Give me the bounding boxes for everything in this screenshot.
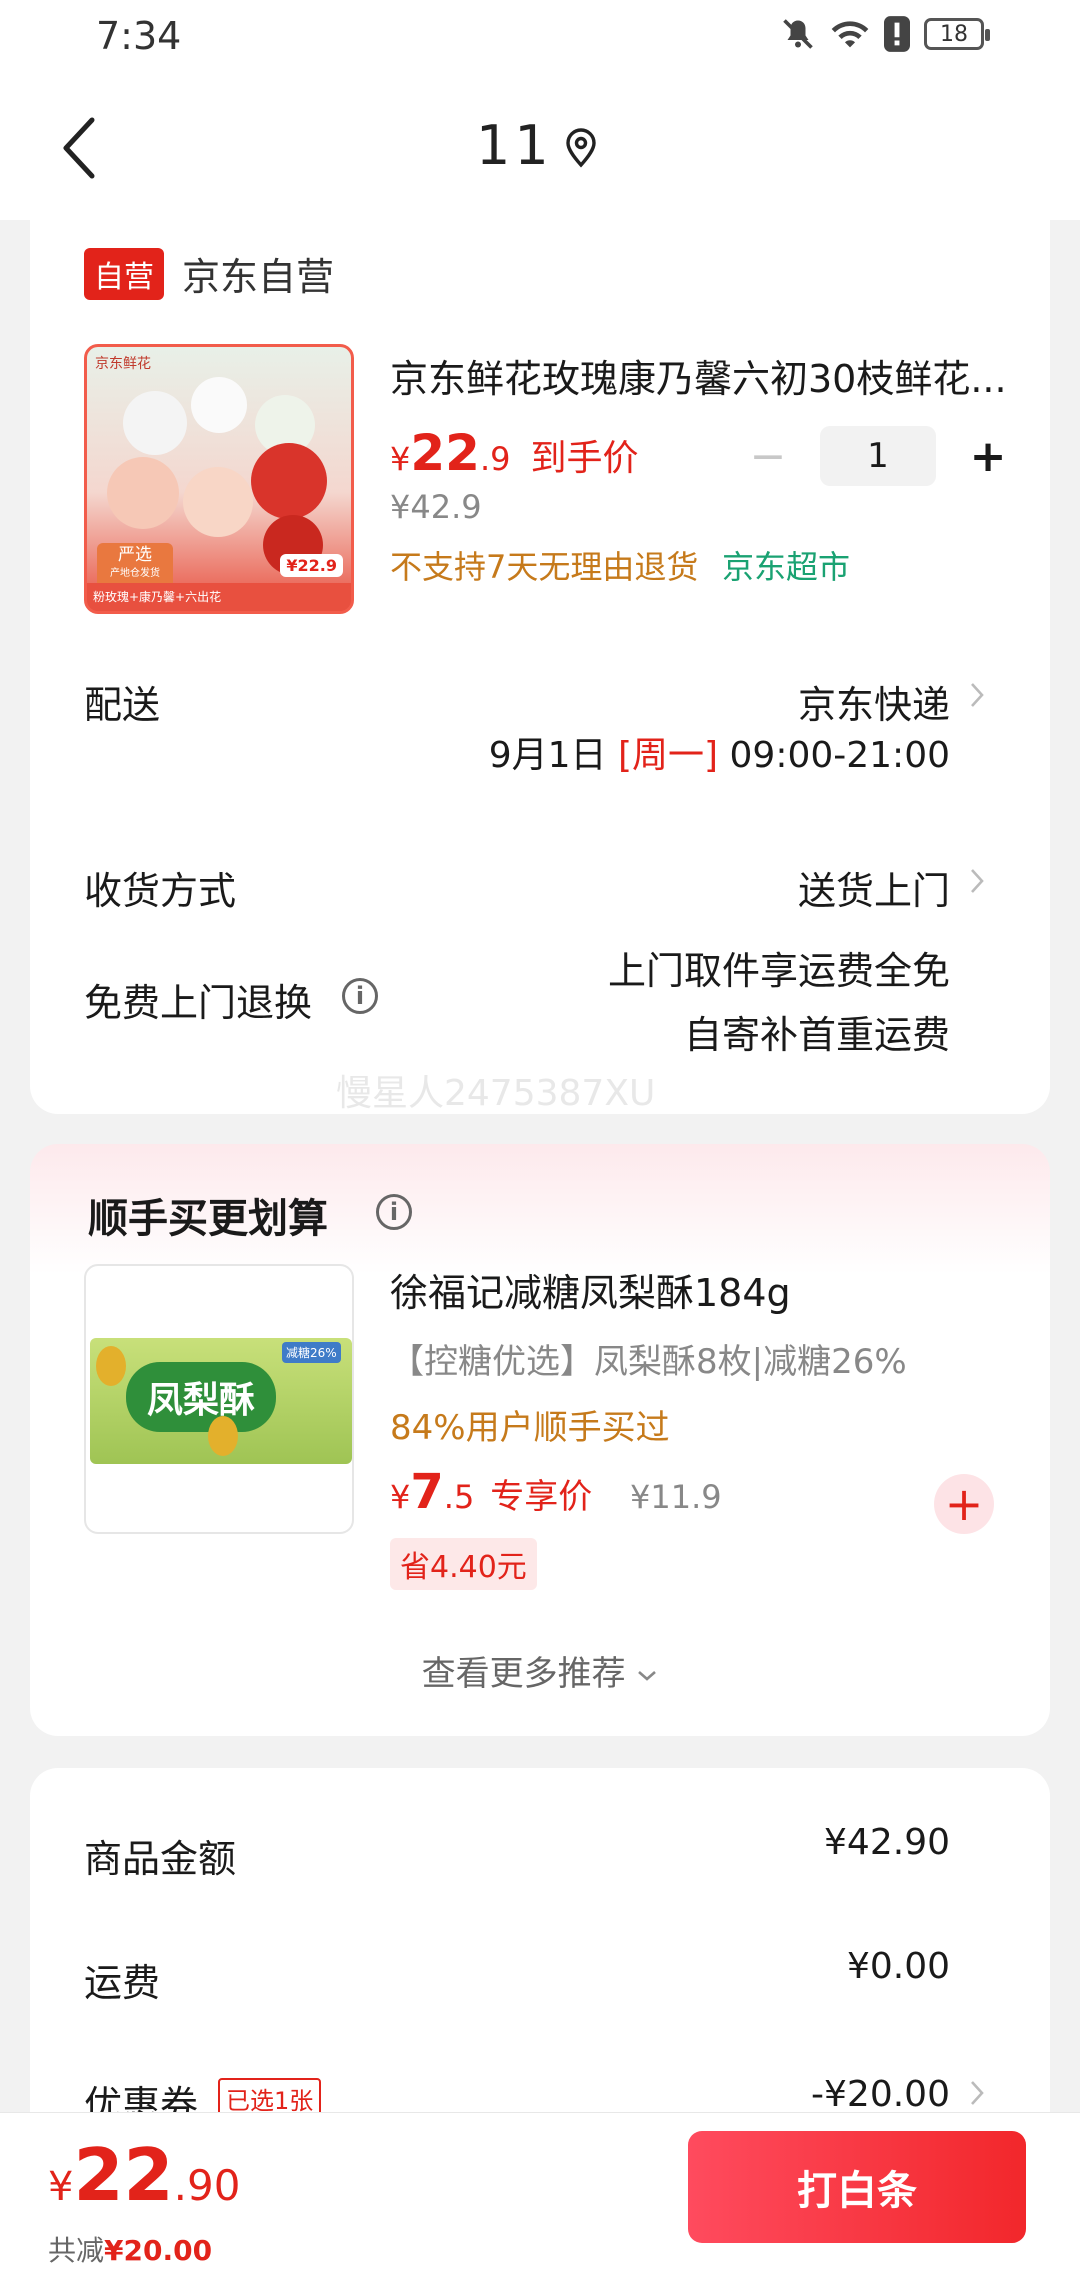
flower-shape: [191, 377, 247, 433]
recommendation-card: 顺手买更划算 i 凤梨酥 减糖26% 徐福记减糖凤梨酥184g 【控糖优选】凤梨…: [30, 1144, 1050, 1736]
recommend-purchase-stat: 84%用户顺手买过: [390, 1408, 670, 1448]
product-image-price: ¥22.9: [280, 554, 343, 577]
status-icons: 18: [780, 16, 990, 52]
delivery-carrier[interactable]: 京东快递: [798, 674, 950, 729]
watermark: 慢星人2475387XU: [336, 1073, 656, 1114]
status-time: 7:34: [96, 14, 182, 58]
info-icon[interactable]: i: [376, 1194, 412, 1230]
receive-method-value[interactable]: 送货上门: [798, 860, 950, 915]
increase-button[interactable]: +: [958, 426, 1018, 486]
return-policy-note: 不支持7天无理由退货: [390, 548, 699, 586]
flower-shape: [123, 391, 187, 455]
product-price: ¥22.9 到手价: [390, 424, 639, 482]
goods-amount-value: ¥42.90: [824, 1822, 950, 1863]
product-image[interactable]: 京东鲜花 严选 产地仓发货 粉玫瑰+康乃馨+六出花 ¥22.9: [84, 344, 354, 614]
chevron-right-icon[interactable]: [968, 2078, 986, 2108]
recommend-product-image[interactable]: 凤梨酥 减糖26%: [84, 1264, 354, 1534]
goods-amount-label: 商品金额: [84, 1837, 237, 1881]
order-card: 自营 京东自营 京东鲜花 严选 产地仓发货 粉玫瑰+康乃馨+六出花 ¥22.9 …: [30, 190, 1050, 1114]
return-service-line2: 自寄补首重运费: [683, 1013, 950, 1057]
info-icon[interactable]: i: [342, 978, 378, 1014]
pineapple-shape: [96, 1346, 126, 1386]
shipping-value: ¥0.00: [846, 1946, 950, 1987]
pay-baitiao-button[interactable]: 打白条: [688, 2131, 1026, 2243]
flower-shape: [107, 457, 179, 529]
flower-shape: [251, 443, 327, 519]
product-image-caption: 粉玫瑰+康乃馨+六出花: [87, 583, 351, 611]
recommend-product-name[interactable]: 徐福记减糖凤梨酥184g: [390, 1262, 791, 1317]
chevron-down-icon: [638, 1670, 657, 1681]
receive-method-label: 收货方式: [84, 869, 237, 913]
shop-header: 自营 京东自营: [84, 246, 334, 301]
product-title[interactable]: 京东鲜花玫瑰康乃馨六初30枝鲜花...: [390, 348, 1010, 403]
quantity-input[interactable]: 1: [820, 426, 936, 486]
savings-badge: 省4.40元: [390, 1538, 537, 1590]
coupon-value[interactable]: -¥20.00: [811, 2074, 950, 2115]
product-image-brand: 京东鲜花: [95, 356, 151, 372]
shipping-label: 运费: [84, 1961, 161, 2005]
wifi-icon: [831, 21, 869, 48]
location-pin-icon[interactable]: [564, 128, 598, 168]
chevron-right-icon[interactable]: [968, 680, 986, 710]
original-price: ¥42.9: [390, 488, 482, 526]
decrease-button[interactable]: −: [738, 426, 798, 486]
total-discount: 共减¥20.00: [48, 2234, 213, 2267]
flower-shape: [183, 467, 253, 537]
status-bar: 7:34 18: [0, 0, 1080, 76]
battery-icon: 18: [924, 18, 990, 50]
shop-name[interactable]: 京东自营: [182, 246, 334, 301]
checkout-bar: ¥22.90 共减¥20.00 打白条: [0, 2112, 1080, 2280]
self-operated-tag: 自营: [84, 247, 164, 300]
delivery-time[interactable]: 9月1日 [周一] 09:00-21:00: [489, 726, 950, 778]
delivery-label: 配送: [84, 683, 161, 727]
chevron-right-icon[interactable]: [968, 866, 986, 896]
quantity-stepper: − 1 +: [738, 426, 1018, 486]
more-recommendations-link[interactable]: 查看更多推荐: [30, 1646, 1050, 1695]
return-service-line1: 上门取件享运费全免: [607, 949, 950, 993]
total-price: ¥22.90: [48, 2133, 241, 2217]
pineapple-shape: [208, 1416, 238, 1456]
recommend-price: ¥7.5 专享价: [390, 1464, 593, 1520]
add-to-order-button[interactable]: +: [934, 1474, 994, 1534]
alert-icon: [884, 16, 910, 52]
package-badge: 减糖26%: [282, 1342, 341, 1363]
back-icon[interactable]: [56, 112, 104, 184]
return-service-label: 免费上门退换: [84, 981, 313, 1025]
recommend-product-desc: 【控糖优选】凤梨酥8枚|减糖26%: [390, 1342, 907, 1382]
price-label: 到手价: [530, 438, 639, 479]
package-label: 凤梨酥: [126, 1362, 276, 1432]
recommendation-title: 顺手买更划算: [88, 1196, 328, 1242]
page-title: 11: [476, 114, 553, 177]
recommend-original-price: ¥11.9: [630, 1478, 722, 1516]
channel-tag: 京东超市: [722, 548, 851, 586]
mute-icon: [783, 19, 813, 49]
